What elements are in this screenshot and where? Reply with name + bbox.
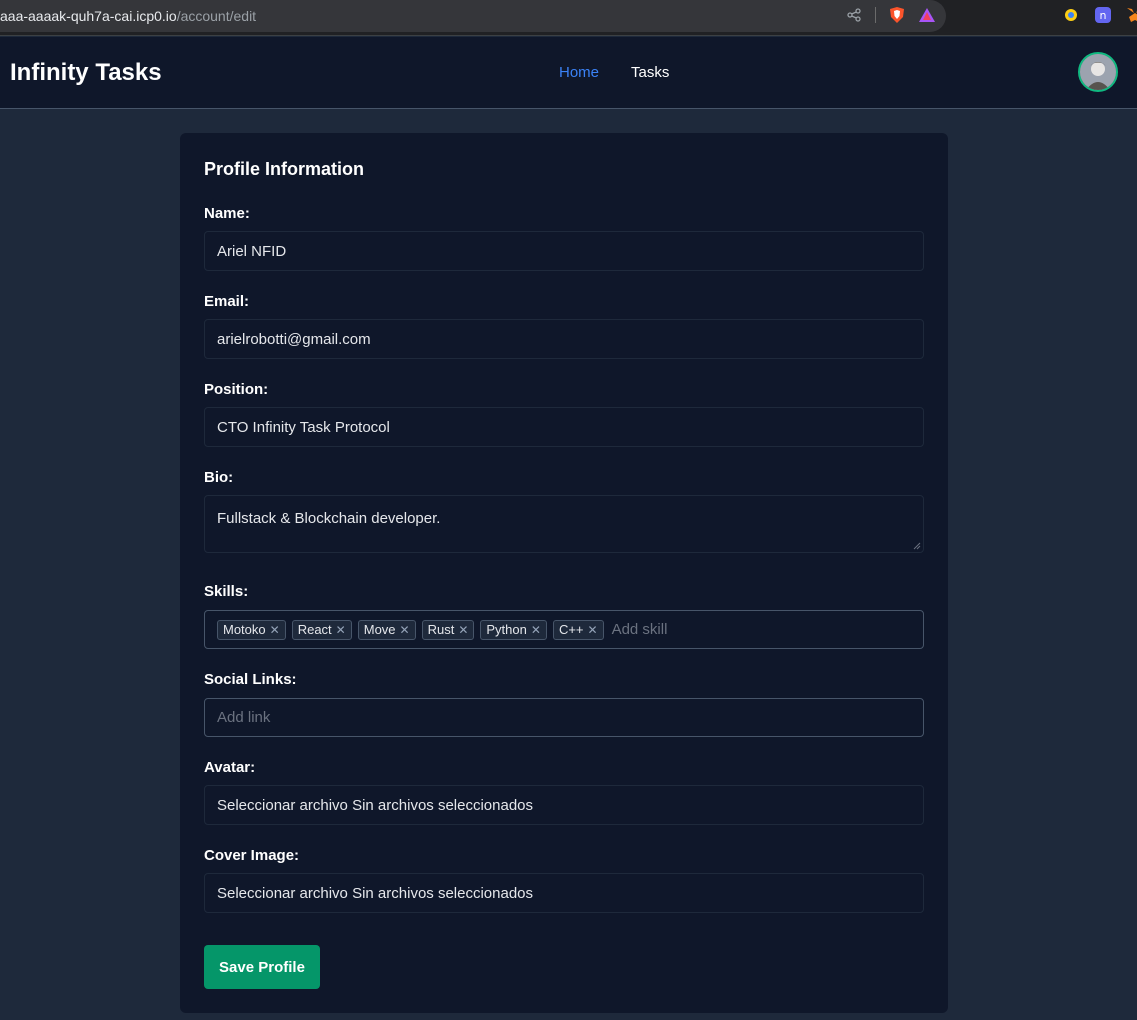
remove-skill-icon[interactable]: ✕ bbox=[588, 623, 598, 637]
extension-icon[interactable]: n bbox=[1094, 6, 1112, 24]
avatar-label: Avatar: bbox=[204, 759, 256, 776]
skill-chip-label: Rust bbox=[427, 622, 455, 637]
skills-label: Skills: bbox=[204, 583, 249, 600]
profile-card: Profile Information Name: Ariel NFID Ema… bbox=[180, 133, 948, 1013]
url-host: aaa-aaaak-quh7a-cai.icp0.io bbox=[0, 8, 177, 24]
skill-chip-label: Move bbox=[363, 622, 396, 637]
skill-chip: React ✕ bbox=[291, 619, 352, 640]
email-value: arielrobotti@gmail.com bbox=[217, 330, 371, 348]
remove-skill-icon[interactable]: ✕ bbox=[458, 623, 468, 637]
cover-image-file-input[interactable]: Seleccionar archivo Sin archivos selecci… bbox=[204, 873, 924, 913]
remove-skill-icon[interactable]: ✕ bbox=[336, 623, 346, 637]
skill-chip: Python ✕ bbox=[480, 619, 547, 640]
avatar-file-status: Sin archivos seleccionados bbox=[352, 796, 534, 814]
skill-chip: Move ✕ bbox=[357, 619, 416, 640]
nav-link-tasks[interactable]: Tasks bbox=[631, 64, 669, 81]
email-label: Email: bbox=[204, 293, 250, 310]
metamask-fox-icon[interactable] bbox=[1126, 6, 1137, 24]
avatar-file-input[interactable]: Seleccionar archivo Sin archivos selecci… bbox=[204, 785, 924, 825]
user-avatar[interactable] bbox=[1078, 52, 1118, 92]
skill-chip-label: Python bbox=[486, 622, 527, 637]
position-label: Position: bbox=[204, 381, 269, 398]
url-path: /account/edit bbox=[176, 8, 257, 24]
bio-label: Bio: bbox=[204, 469, 234, 486]
save-profile-button[interactable]: Save Profile bbox=[204, 945, 320, 989]
skills-chip-list: Motoko ✕ React ✕ Move ✕ Rust ✕ Python ✕ C++ ✕ … bbox=[217, 619, 668, 640]
remove-skill-icon[interactable]: ✕ bbox=[400, 623, 410, 637]
share-icon[interactable] bbox=[845, 6, 863, 24]
resize-grip-icon[interactable] bbox=[913, 542, 921, 550]
brave-rewards-icon[interactable] bbox=[918, 6, 936, 24]
cover-file-status: Sin archivos seleccionados bbox=[352, 884, 534, 902]
divider bbox=[875, 7, 876, 23]
skills-input[interactable]: Motoko ✕ React ✕ Move ✕ Rust ✕ Python ✕ C++ ✕ … bbox=[204, 610, 924, 649]
nav-links: Home Tasks bbox=[559, 64, 669, 81]
bio-textarea[interactable]: Fullstack & Blockchain developer. bbox=[204, 495, 924, 553]
social-link-placeholder: Add link bbox=[217, 709, 271, 726]
position-value: CTO Infinity Task Protocol bbox=[217, 418, 390, 436]
social-link-input[interactable]: Add link bbox=[204, 698, 924, 737]
social-links-label: Social Links: bbox=[204, 671, 297, 688]
top-navbar: Infinity Tasks Home Tasks bbox=[0, 37, 1137, 109]
brave-shield-icon[interactable] bbox=[888, 6, 906, 24]
cover-file-button[interactable]: Seleccionar archivo bbox=[217, 885, 348, 902]
brand-logo-text[interactable]: Infinity Tasks bbox=[10, 59, 162, 87]
name-label: Name: bbox=[204, 205, 250, 222]
remove-skill-icon[interactable]: ✕ bbox=[270, 623, 280, 637]
name-value: Ariel NFID bbox=[217, 242, 287, 260]
cover-image-label: Cover Image: bbox=[204, 847, 300, 864]
add-skill-placeholder[interactable]: Add skill bbox=[612, 621, 668, 638]
extension-icon[interactable] bbox=[1062, 6, 1080, 24]
skill-chip: C++ ✕ bbox=[552, 619, 604, 640]
position-input[interactable]: CTO Infinity Task Protocol bbox=[204, 407, 924, 447]
url-text[interactable]: aaa-aaaak-quh7a-cai.icp0.io/account/edit bbox=[0, 8, 256, 24]
skill-chip-label: Motoko bbox=[223, 622, 266, 637]
skill-chip: Rust ✕ bbox=[421, 619, 475, 640]
skill-chip-label: React bbox=[297, 622, 332, 637]
skill-chip: Motoko ✕ bbox=[217, 619, 286, 640]
remove-skill-icon[interactable]: ✕ bbox=[531, 623, 541, 637]
nav-link-home[interactable]: Home bbox=[559, 64, 599, 81]
address-bar[interactable]: aaa-aaaak-quh7a-cai.icp0.io/account/edit bbox=[0, 0, 946, 32]
card-title: Profile Information bbox=[204, 159, 365, 179]
svg-text:n: n bbox=[1100, 9, 1107, 22]
skill-chip-label: C++ bbox=[558, 622, 584, 637]
avatar-file-button[interactable]: Seleccionar archivo bbox=[217, 797, 348, 814]
bio-value: Fullstack & Blockchain developer. bbox=[217, 510, 441, 527]
name-input[interactable]: Ariel NFID bbox=[204, 231, 924, 271]
email-input[interactable]: arielrobotti@gmail.com bbox=[204, 319, 924, 359]
browser-toolbar: aaa-aaaak-quh7a-cai.icp0.io/account/edit… bbox=[0, 0, 1137, 36]
